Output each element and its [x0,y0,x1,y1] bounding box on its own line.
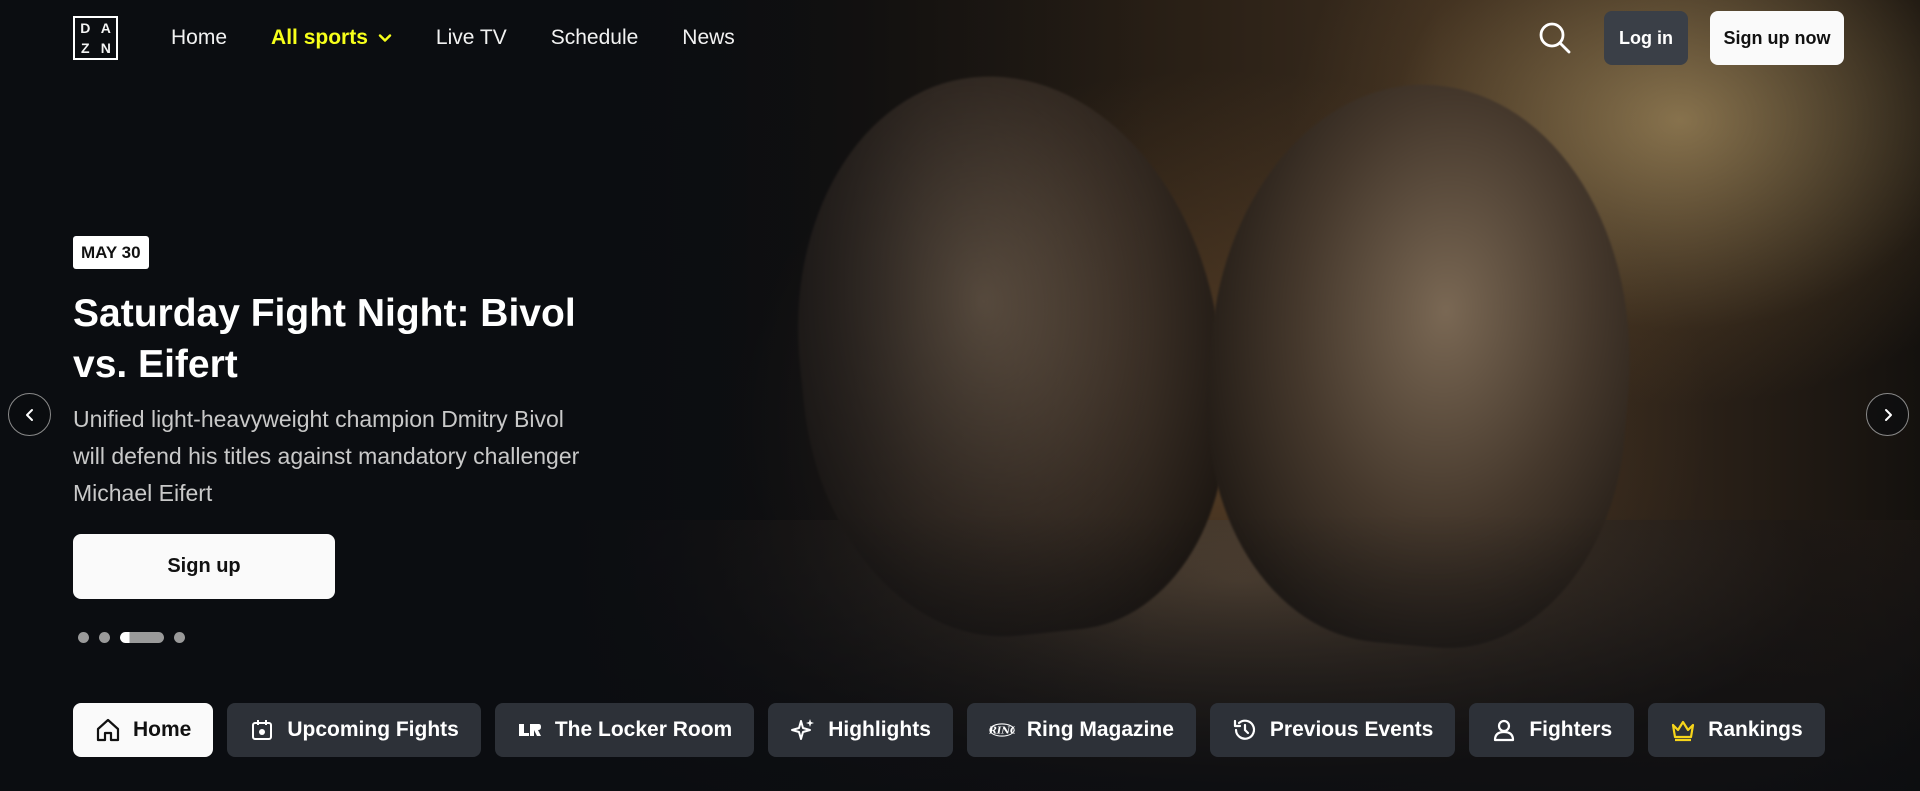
nav-live-tv-label: Live TV [435,26,507,49]
nav-news[interactable]: News [682,26,735,50]
login-button[interactable]: Log in [1604,11,1688,65]
category-tabs: Home Upcoming Fights The Locker Room Hig… [73,703,1825,757]
event-date-badge: MAY 30 [73,236,149,269]
chevron-right-icon [1884,408,1892,421]
nav-schedule-label: Schedule [550,26,639,49]
tab-home[interactable]: Home [73,703,214,757]
hero-description: Unified light-heavyweight champion Dmitr… [73,406,580,506]
carousel-next-button[interactable] [1866,393,1909,436]
main-nav: Home All sports Live TV Schedule News [171,0,779,76]
tab-label: Upcoming Fights [287,718,459,741]
tab-previous-events[interactable]: Previous Events [1209,703,1456,757]
tab-label: The Locker Room [554,718,733,741]
nav-live-tv[interactable]: Live TV [436,26,507,50]
logo-letter: D [80,20,91,36]
tab-label: Fighters [1529,718,1613,741]
tab-the-locker-room[interactable]: The Locker Room [494,703,755,757]
chevron-left-icon [25,408,33,421]
locker-room-icon [518,724,541,736]
carousel-indicators [78,632,185,643]
crown-icon [1672,720,1695,742]
carousel-dot[interactable] [174,632,185,643]
sign-up-now-button[interactable]: Sign up now [1710,11,1844,65]
logo-letter: Z [80,40,90,56]
tab-label: Home [133,718,192,741]
tab-label: Previous Events [1269,718,1434,741]
tab-highlights[interactable]: Highlights [768,703,953,757]
carousel-dot[interactable] [99,632,110,643]
hero-gradient-overlay [0,0,1920,791]
carousel-prev-button[interactable] [8,393,51,436]
ring-magazine-icon: RING [989,723,1015,737]
sparkle-icon [791,719,815,740]
search-icon[interactable] [1538,21,1572,55]
tab-label: Ring Magazine [1026,718,1174,741]
calendar-icon [252,720,273,740]
carousel-dot-active[interactable] [120,632,164,643]
nav-schedule[interactable]: Schedule [551,26,639,50]
dazn-logo[interactable]: D A Z N [73,16,118,60]
svg-text:RING: RING [989,725,1015,736]
history-icon [1233,719,1255,740]
carousel-dot[interactable] [78,632,89,643]
tab-label: Highlights [828,718,931,741]
nav-home[interactable]: Home [171,26,227,50]
tab-rankings[interactable]: Rankings [1648,703,1825,757]
hero-sign-up-button[interactable]: Sign up [73,534,335,599]
nav-all-sports-label: All sports [271,26,368,49]
tab-upcoming-fights[interactable]: Upcoming Fights [227,703,481,757]
hero-title: Saturday Fight Night: Bivol vs. Eifert [73,292,576,386]
nav-news-label: News [682,26,735,49]
tab-fighters[interactable]: Fighters [1469,703,1635,757]
home-icon [96,718,120,742]
chevron-down-icon [378,34,392,42]
nav-all-sports[interactable]: All sports [271,26,392,50]
person-icon [1494,719,1515,742]
tab-label: Rankings [1708,718,1803,741]
logo-letter: A [100,20,111,36]
top-navigation: D A Z N Home All sports Live TV Schedule… [0,0,1920,76]
logo-letter: N [100,40,111,56]
tab-ring-magazine[interactable]: RING Ring Magazine [966,703,1196,757]
nav-home-label: Home [171,26,228,49]
